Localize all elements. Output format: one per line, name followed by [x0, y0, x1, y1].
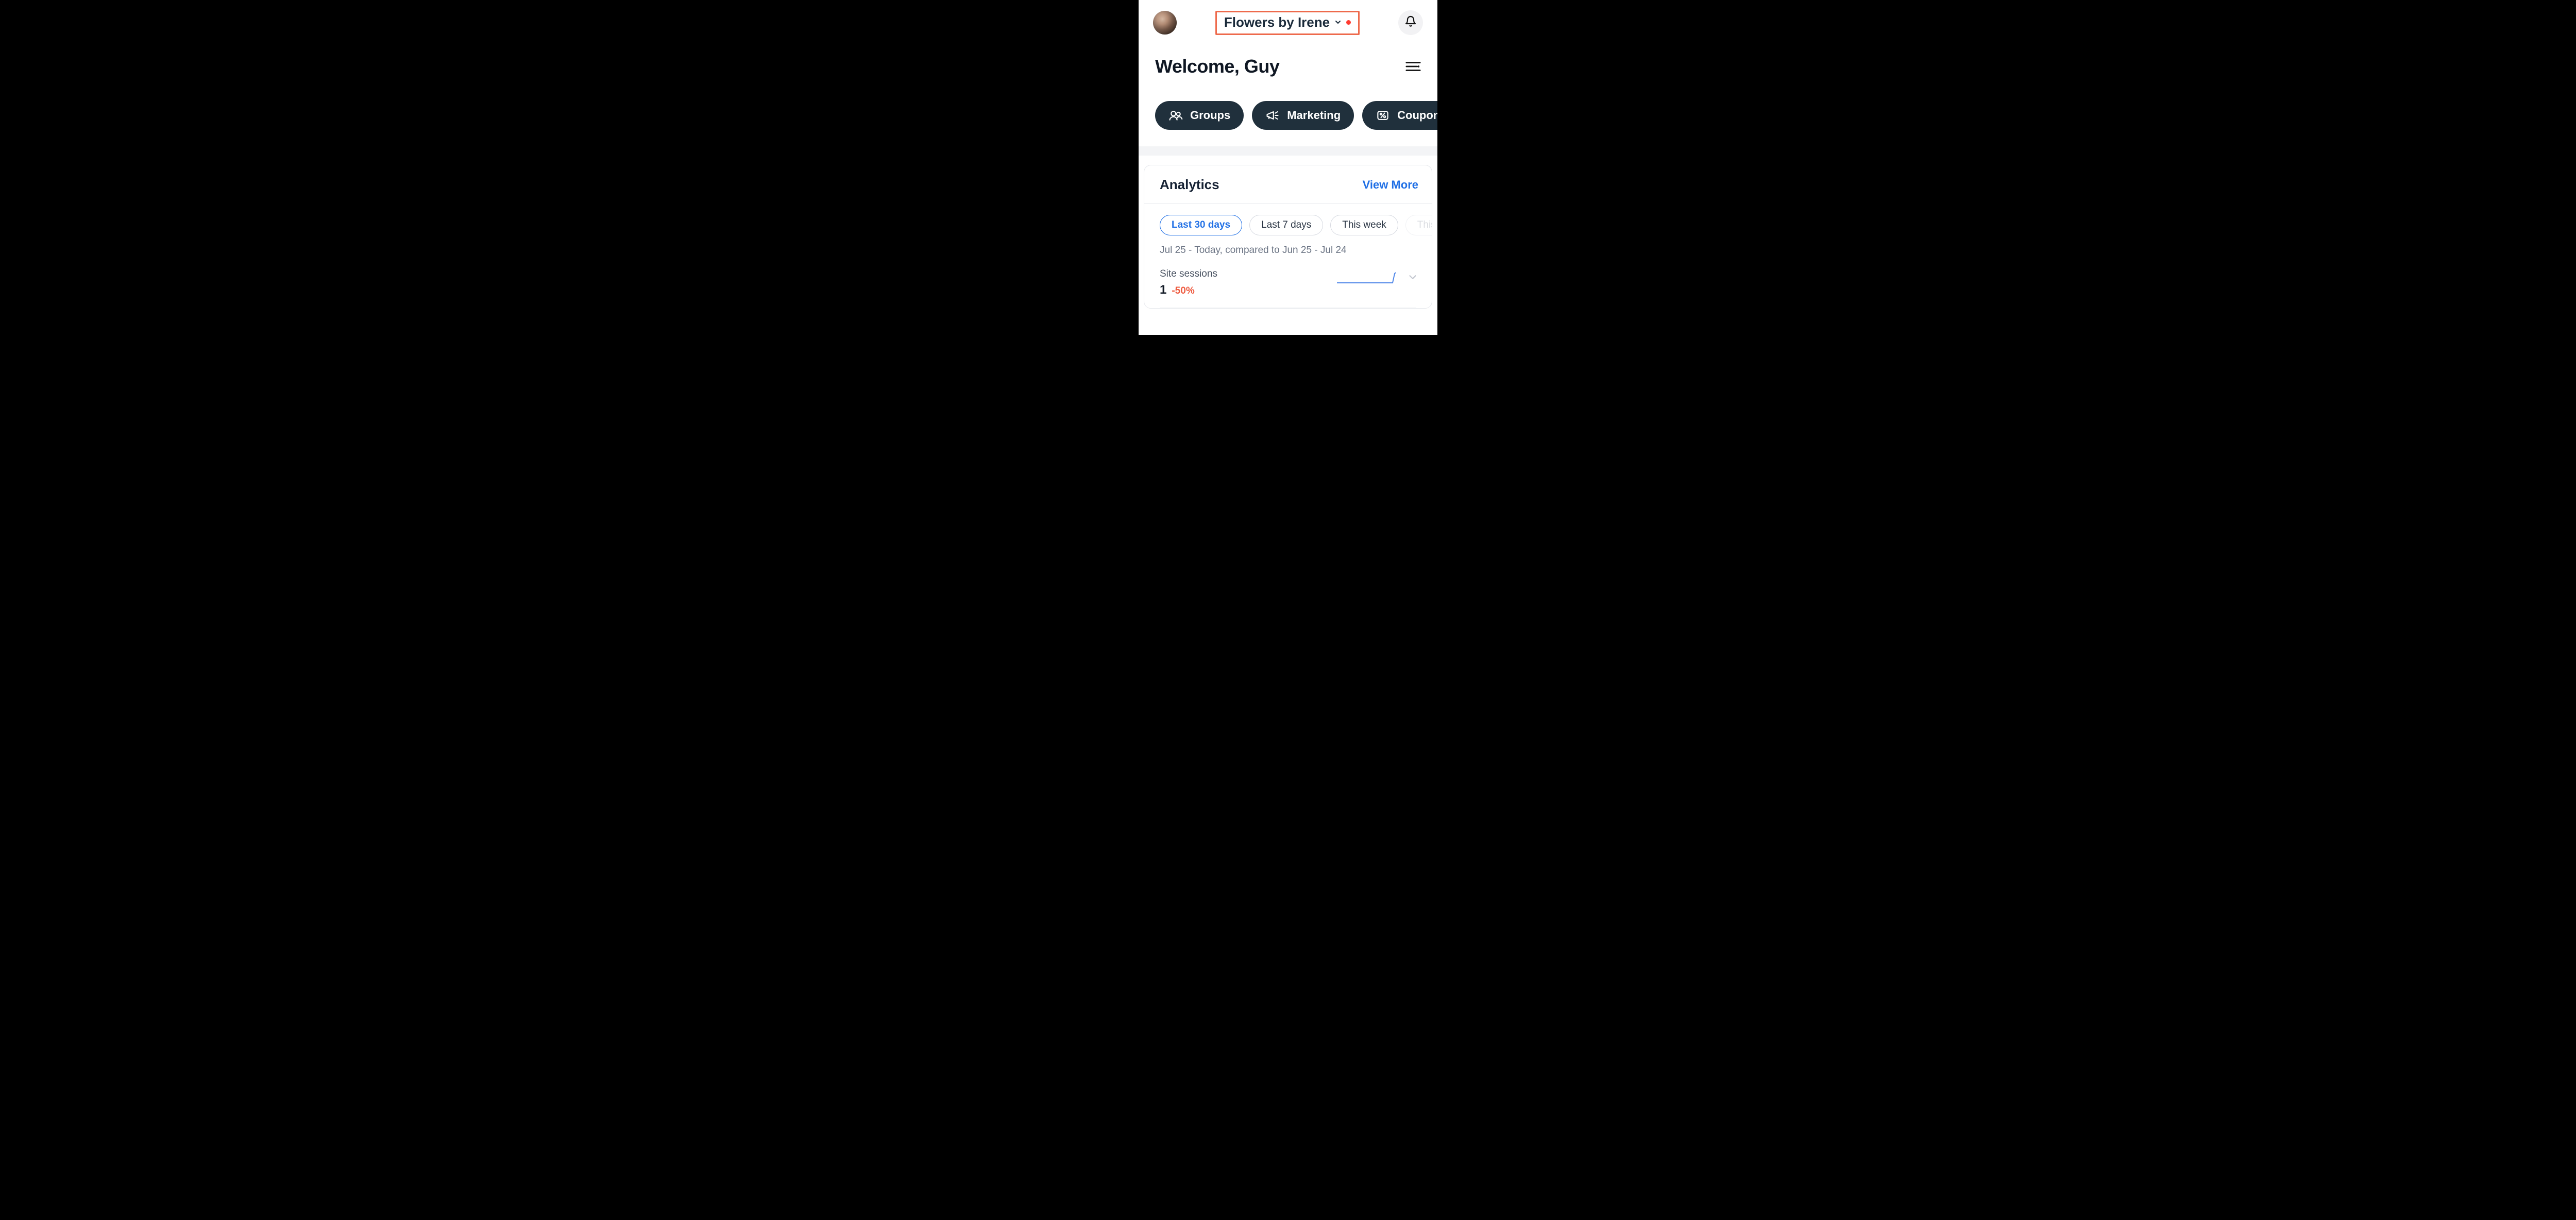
welcome-heading: Welcome, Guy: [1155, 56, 1279, 77]
range-chip-overflow[interactable]: This: [1405, 215, 1432, 235]
coupon-icon: [1376, 108, 1390, 123]
top-bar: Flowers by Irene: [1139, 0, 1437, 39]
quick-action-label: Groups: [1190, 109, 1230, 122]
analytics-card: Analytics View More Last 30 days Last 7 …: [1144, 165, 1432, 309]
compare-range-text: Jul 25 - Today, compared to Jun 25 - Jul…: [1144, 243, 1432, 265]
metric-info: Site sessions 1 -50%: [1160, 268, 1217, 297]
quick-action-coupons[interactable]: Coupons: [1362, 101, 1437, 130]
metric-right: [1337, 268, 1418, 286]
expand-metric-button[interactable]: [1407, 272, 1418, 283]
range-chip-last-30-days[interactable]: Last 30 days: [1160, 215, 1242, 235]
quick-action-marketing[interactable]: Marketing: [1252, 101, 1354, 130]
metric-label: Site sessions: [1160, 268, 1217, 280]
analytics-title: Analytics: [1160, 177, 1219, 193]
app-screen: Flowers by Irene Welcome, Guy: [1139, 0, 1437, 335]
range-chip-this-week[interactable]: This week: [1330, 215, 1398, 235]
notification-dot-icon: [1346, 20, 1351, 25]
quick-actions-row[interactable]: Groups Marketing Coupons: [1139, 82, 1437, 146]
quick-action-label: Marketing: [1287, 109, 1341, 122]
date-range-row[interactable]: Last 30 days Last 7 days This week This: [1144, 204, 1432, 243]
notifications-button[interactable]: [1398, 10, 1423, 35]
view-more-link[interactable]: View More: [1363, 178, 1418, 192]
sparkline-icon: [1337, 268, 1399, 286]
metric-value-row: 1 -50%: [1160, 283, 1217, 297]
site-selector[interactable]: Flowers by Irene: [1215, 11, 1360, 35]
megaphone-icon: [1265, 108, 1280, 123]
metric-value: 1: [1160, 283, 1166, 297]
chevron-down-icon: [1407, 272, 1418, 283]
sliders-icon: [1405, 60, 1421, 73]
avatar[interactable]: [1153, 11, 1177, 35]
chevron-down-icon: [1334, 18, 1342, 26]
quick-action-label: Coupons: [1397, 109, 1437, 122]
quick-action-groups[interactable]: Groups: [1155, 101, 1244, 130]
customize-button[interactable]: [1405, 60, 1421, 73]
section-divider: [1139, 146, 1437, 156]
range-chip-last-7-days[interactable]: Last 7 days: [1249, 215, 1323, 235]
groups-icon: [1168, 108, 1183, 123]
welcome-row: Welcome, Guy: [1139, 39, 1437, 82]
card-header: Analytics View More: [1144, 165, 1432, 203]
bell-icon: [1404, 15, 1417, 30]
site-name: Flowers by Irene: [1224, 14, 1330, 30]
metric-delta: -50%: [1172, 285, 1194, 297]
metric-site-sessions[interactable]: Site sessions 1 -50%: [1144, 265, 1432, 308]
